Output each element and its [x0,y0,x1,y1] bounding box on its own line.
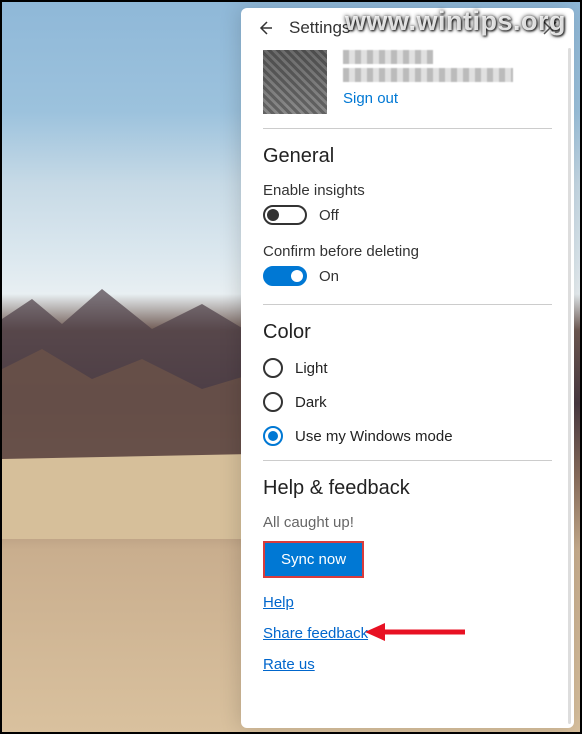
divider [263,304,552,305]
panel-header: Settings [241,8,574,44]
confirm-delete-toggle[interactable] [263,266,307,286]
avatar [263,50,327,114]
page-title: Settings [289,18,350,38]
confirm-delete-label: Confirm before deleting [263,243,552,260]
radio-icon [263,426,283,446]
radio-icon [263,392,283,412]
enable-insights-state: Off [319,207,339,224]
confirm-delete-state: On [319,268,339,285]
rate-us-link[interactable]: Rate us [263,656,552,673]
share-feedback-link[interactable]: Share feedback [263,625,552,642]
divider [263,460,552,461]
radio-icon [263,358,283,378]
divider [263,128,552,129]
settings-panel: Settings Sign out General Enable insight… [241,8,574,728]
color-option-windows[interactable]: Use my Windows mode [263,426,552,446]
close-icon[interactable] [540,18,560,38]
sign-out-link[interactable]: Sign out [343,86,552,107]
scrollbar[interactable] [568,48,571,724]
help-link[interactable]: Help [263,594,552,611]
profile-name-redacted [343,50,433,64]
color-option-light[interactable]: Light [263,358,552,378]
section-general-title: General [263,145,552,168]
section-color-title: Color [263,321,552,344]
enable-insights-toggle[interactable] [263,205,307,225]
back-icon[interactable] [255,18,275,38]
color-option-dark[interactable]: Dark [263,392,552,412]
profile-section: Sign out [263,50,552,114]
profile-email-redacted [343,68,513,82]
section-help-title: Help & feedback [263,477,552,500]
sync-status-caption: All caught up! [263,514,552,531]
sync-now-button[interactable]: Sync now [263,541,364,578]
enable-insights-label: Enable insights [263,182,552,199]
